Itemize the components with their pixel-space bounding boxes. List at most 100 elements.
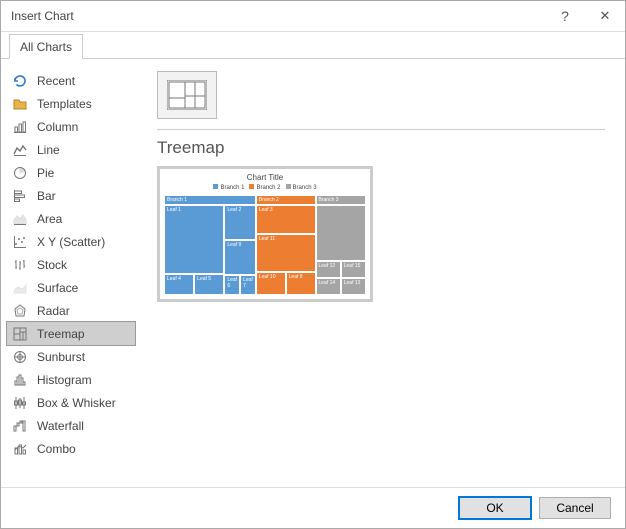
close-icon: ✕ [600,8,611,24]
treemap-thumb-icon [167,80,207,110]
sidebar-item-label: Templates [37,97,92,111]
surface-icon [11,279,29,297]
sidebar-item-surface[interactable]: Surface [7,276,135,299]
sidebar-item-treemap[interactable]: Treemap [7,322,135,345]
separator [157,129,605,130]
legend-swatch-2 [249,184,254,189]
sidebar-item-waterfall[interactable]: Waterfall [7,414,135,437]
pie-icon [11,164,29,182]
treemap-cell: Branch 2 [256,195,316,205]
treemap-cell: Leaf 7 [240,275,256,295]
line-icon [11,141,29,159]
sidebar-item-label: Pie [37,166,54,180]
sidebar-item-label: Bar [37,189,56,203]
chart-preview[interactable]: Chart Title Branch 1 Branch 2 Branch 3 B… [157,166,373,302]
dialog-footer: OK Cancel [1,487,625,528]
sidebar-item-boxwhisker[interactable]: Box & Whisker [7,391,135,414]
ok-button[interactable]: OK [459,497,531,519]
sidebar-item-label: X Y (Scatter) [37,235,105,249]
column-icon [11,118,29,136]
templates-icon [11,95,29,113]
chart-subtype-thumb[interactable] [157,71,217,119]
treemap-body: Branch 1 Leaf 1 Leaf 4 Leaf 5 Leaf 2 [164,195,366,295]
treemap-cell: Leaf 5 [194,274,224,296]
treemap-cell: Branch 1 [164,195,256,205]
tab-label: All Charts [20,40,72,54]
sidebar-item-histogram[interactable]: Histogram [7,368,135,391]
boxwhisker-icon [11,394,29,412]
area-icon [11,210,29,228]
sidebar-item-label: Surface [37,281,78,295]
content-pane: Treemap Chart Title Branch 1 Branch 2 Br… [139,59,625,487]
treemap-icon [11,325,29,343]
sidebar-item-scatter[interactable]: X Y (Scatter) [7,230,135,253]
sidebar-item-label: Stock [37,258,67,272]
sidebar-item-label: Recent [37,74,75,88]
sidebar-item-line[interactable]: Line [7,138,135,161]
dialog-body: Recent Templates Column Line [1,59,625,487]
sidebar-item-label: Line [37,143,60,157]
combo-icon [11,440,29,458]
treemap-cell: Leaf 2 [224,205,255,240]
sidebar-item-pie[interactable]: Pie [7,161,135,184]
waterfall-icon [11,417,29,435]
sidebar-item-label: Area [37,212,62,226]
treemap-cell: Leaf 9 [224,240,255,275]
sidebar-item-label: Waterfall [37,419,84,433]
treemap-cell: Leaf 3 [256,205,316,234]
insert-chart-dialog: Insert Chart ? ✕ All Charts Recent [0,0,626,529]
treemap-cell: Leaf 1 [164,205,224,274]
close-button[interactable]: ✕ [585,1,625,31]
legend-label-3: Branch 3 [293,185,317,191]
bar-icon [11,187,29,205]
sidebar-item-area[interactable]: Area [7,207,135,230]
sidebar-item-recent[interactable]: Recent [7,69,135,92]
legend-swatch-3 [286,184,291,189]
treemap-cell: Leaf 15 [341,261,366,278]
dialog-title: Insert Chart [11,9,545,23]
sidebar-item-label: Treemap [37,327,85,341]
sidebar-item-stock[interactable]: Stock [7,253,135,276]
sidebar-item-label: Combo [37,442,76,456]
chart-type-heading: Treemap [157,138,605,158]
sidebar-item-sunburst[interactable]: Sunburst [7,345,135,368]
stock-icon [11,256,29,274]
help-button[interactable]: ? [545,1,585,31]
treemap-cell: Leaf 6 [224,275,240,295]
treemap-cell: Leaf 12 [316,261,341,278]
sidebar-item-label: Radar [37,304,70,318]
treemap-cell: Leaf 13 [341,278,366,295]
preview-legend: Branch 1 Branch 2 Branch 3 [164,184,366,191]
treemap-cell: Leaf 14 [316,278,341,295]
sunburst-icon [11,348,29,366]
legend-label-1: Branch 1 [220,185,244,191]
treemap-cell: Leaf 4 [164,274,194,296]
sidebar-item-label: Column [37,120,78,134]
tab-row: All Charts [1,32,625,59]
cancel-button[interactable]: Cancel [539,497,611,519]
legend-swatch-1 [213,184,218,189]
legend-label-2: Branch 2 [256,185,280,191]
titlebar: Insert Chart ? ✕ [1,1,625,32]
treemap-cell: Leaf 11 [256,234,316,271]
sidebar-item-combo[interactable]: Combo [7,437,135,460]
treemap-cell: Leaf 10 [256,272,286,295]
treemap-cell: Leaf 8 [286,272,316,295]
scatter-icon [11,233,29,251]
radar-icon [11,302,29,320]
sidebar-item-label: Histogram [37,373,92,387]
sidebar-item-label: Box & Whisker [37,396,116,410]
sidebar-item-bar[interactable]: Bar [7,184,135,207]
chart-type-list: Recent Templates Column Line [1,59,139,487]
recent-icon [11,72,29,90]
sidebar-item-templates[interactable]: Templates [7,92,135,115]
preview-title: Chart Title [164,173,366,182]
tab-all-charts[interactable]: All Charts [9,34,83,59]
treemap-cell: Branch 3 [316,195,367,205]
sidebar-item-radar[interactable]: Radar [7,299,135,322]
treemap-cell [316,205,367,261]
sidebar-item-column[interactable]: Column [7,115,135,138]
histogram-icon [11,371,29,389]
sidebar-item-label: Sunburst [37,350,85,364]
help-icon: ? [561,8,569,24]
